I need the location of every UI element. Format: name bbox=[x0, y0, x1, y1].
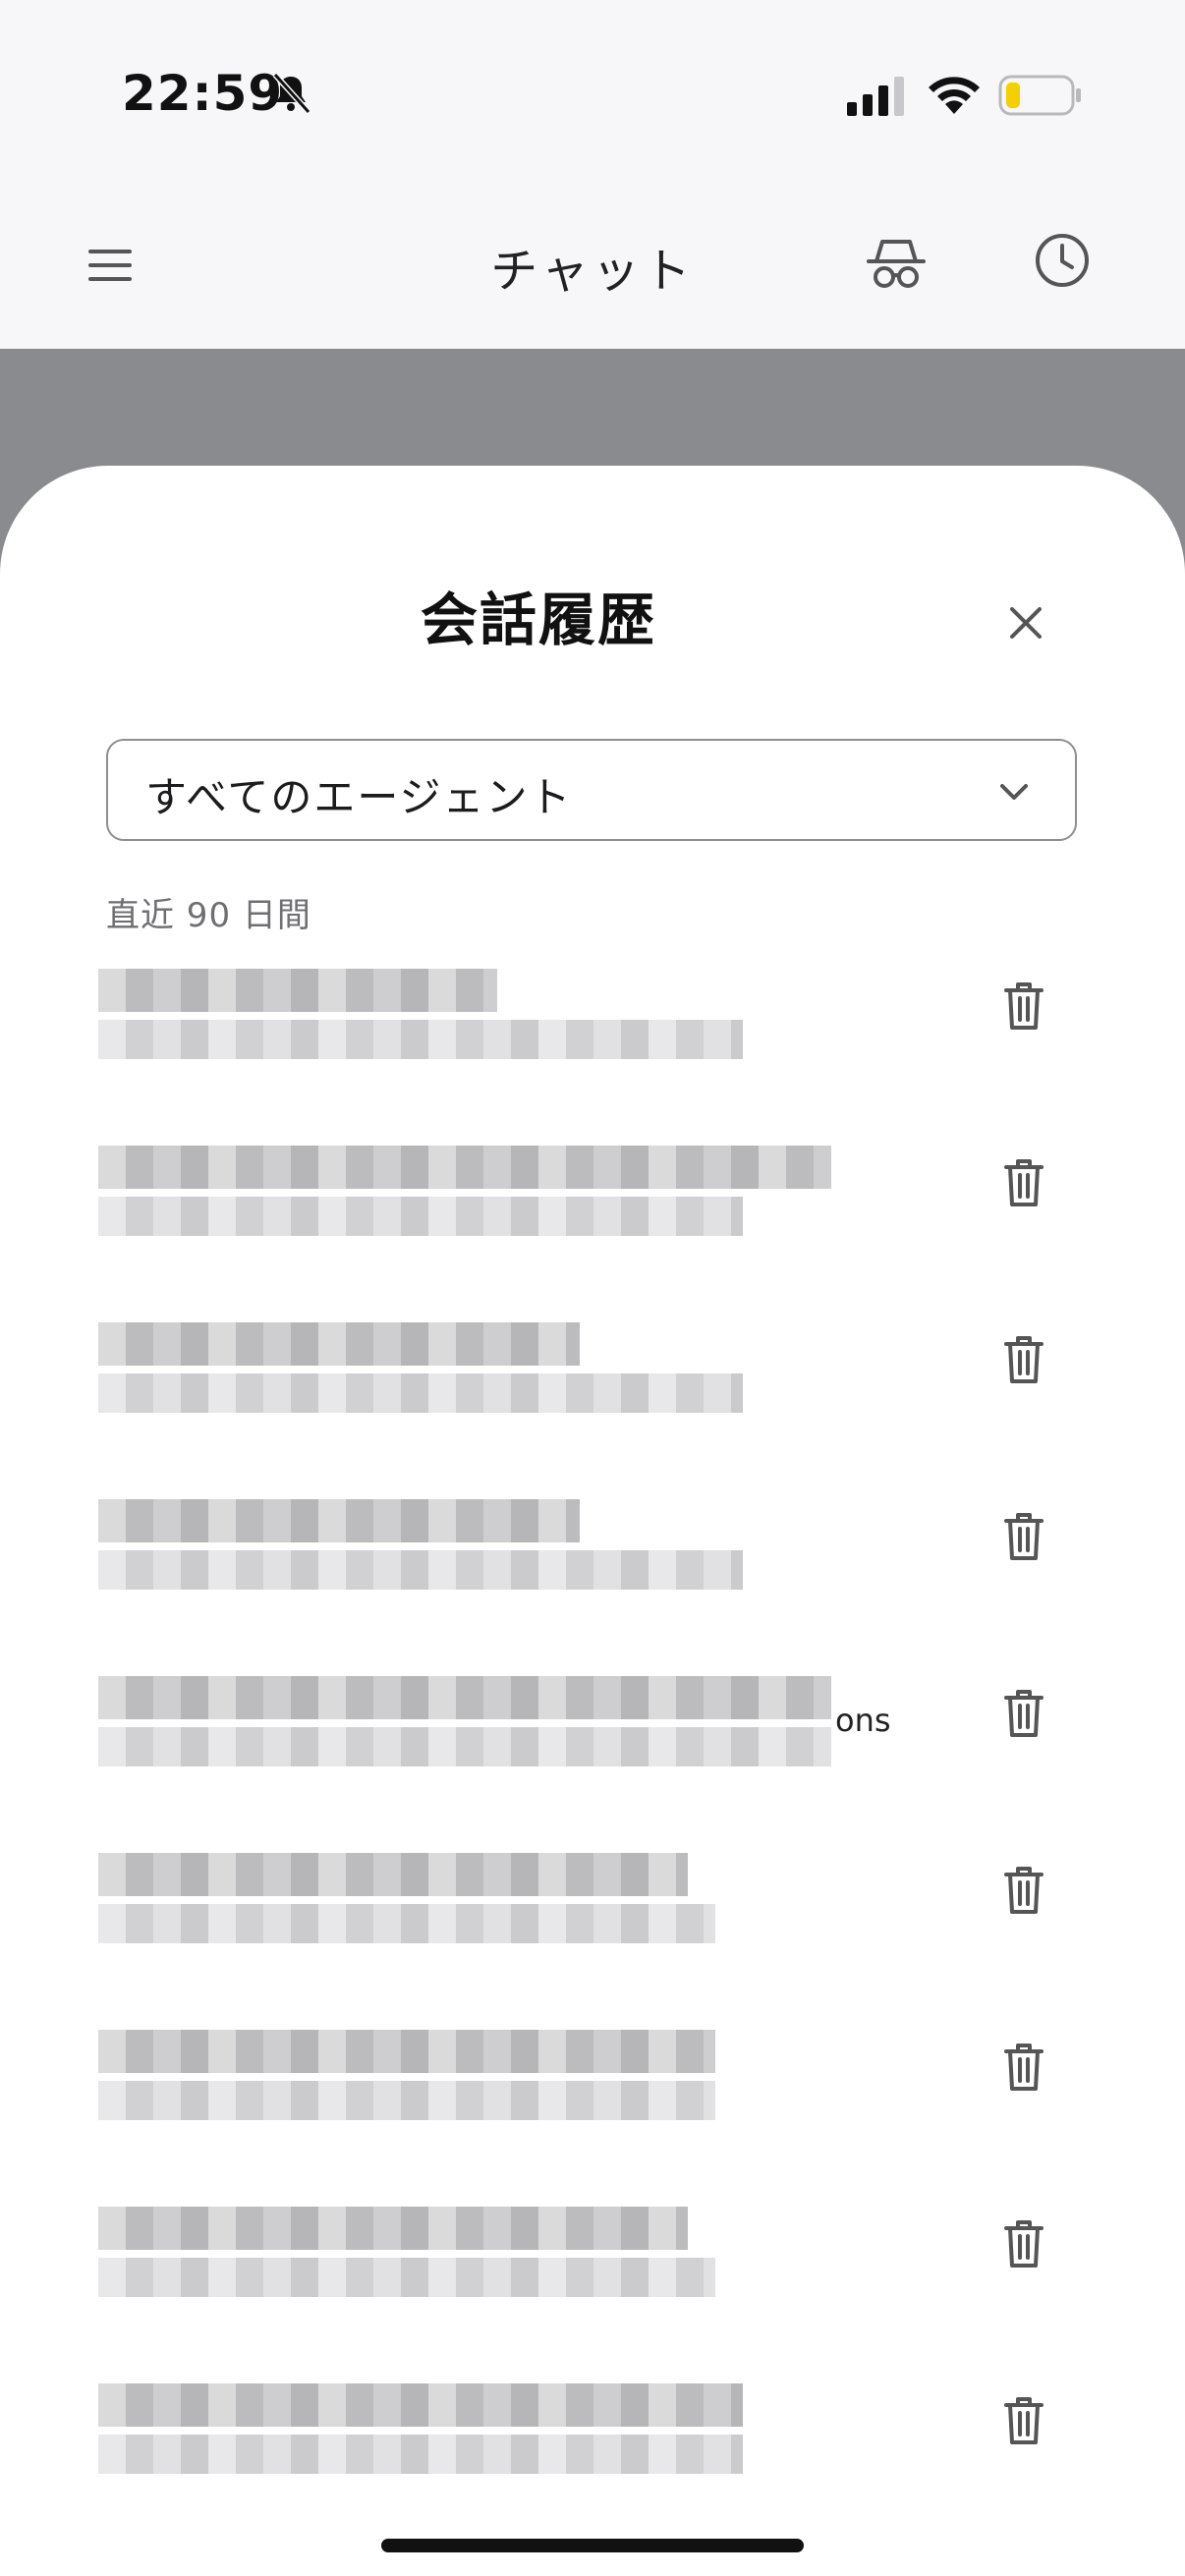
conversation-subtitle-redacted bbox=[98, 1904, 715, 1943]
battery-icon bbox=[998, 75, 1081, 116]
conversation-title-fragment: ons bbox=[835, 1702, 891, 1739]
section-label-last-90-days: 直近 90 日間 bbox=[106, 896, 311, 935]
conversation-title-redacted bbox=[98, 2383, 743, 2427]
wifi-icon bbox=[929, 77, 980, 114]
status-bar: 22:59 bbox=[0, 0, 1185, 187]
trash-icon[interactable] bbox=[1000, 2216, 1047, 2271]
conversation-subtitle-redacted bbox=[98, 2258, 715, 2297]
conversation-history-sheet: 会話履歴 すべてのエージェント 直近 90 日間 ons bbox=[0, 466, 1185, 2576]
agent-filter-value: すべてのエージェント bbox=[145, 773, 573, 821]
agent-filter-select[interactable]: すべてのエージェント bbox=[106, 739, 1077, 841]
clock-icon[interactable] bbox=[1032, 230, 1093, 291]
conversation-title-redacted bbox=[98, 969, 497, 1012]
conversation-title-redacted bbox=[98, 1853, 688, 1896]
trash-icon[interactable] bbox=[1000, 1332, 1047, 1387]
cellular-signal-icon bbox=[847, 77, 904, 116]
conversation-title-redacted bbox=[98, 2207, 688, 2250]
home-indicator[interactable] bbox=[381, 2539, 804, 2552]
conversation-subtitle-redacted bbox=[98, 1373, 743, 1413]
conversation-item[interactable] bbox=[0, 2018, 1185, 2165]
status-time: 22:59 bbox=[122, 65, 284, 122]
conversation-item[interactable]: ons bbox=[0, 1664, 1185, 1812]
trash-icon[interactable] bbox=[1000, 2393, 1047, 2448]
conversation-subtitle-redacted bbox=[98, 1727, 831, 1766]
conversation-item[interactable] bbox=[0, 1487, 1185, 1635]
conversation-subtitle-redacted bbox=[98, 1197, 743, 1236]
conversation-item[interactable] bbox=[0, 2372, 1185, 2519]
conversation-title-redacted bbox=[98, 2030, 715, 2073]
trash-icon[interactable] bbox=[1000, 1863, 1047, 1918]
trash-icon[interactable] bbox=[1000, 1686, 1047, 1741]
conversation-item[interactable] bbox=[0, 1311, 1185, 1458]
conversation-subtitle-redacted bbox=[98, 1020, 743, 1059]
conversation-title-redacted bbox=[98, 1499, 580, 1542]
trash-icon[interactable] bbox=[1000, 1155, 1047, 1210]
app-header: チャット bbox=[0, 187, 1185, 349]
chevron-down-icon bbox=[1000, 784, 1028, 800]
close-icon[interactable] bbox=[1002, 599, 1049, 646]
conversation-item[interactable] bbox=[0, 2195, 1185, 2342]
conversation-title-redacted bbox=[98, 1322, 580, 1366]
conversation-subtitle-redacted bbox=[98, 1550, 743, 1590]
incognito-icon[interactable] bbox=[861, 228, 931, 299]
bell-slash-icon bbox=[272, 72, 311, 115]
trash-icon[interactable] bbox=[1000, 1509, 1047, 1564]
conversation-item[interactable] bbox=[0, 1841, 1185, 1988]
trash-icon[interactable] bbox=[1000, 2040, 1047, 2095]
conversation-subtitle-redacted bbox=[98, 2435, 743, 2474]
sheet-title: 会話履歴 bbox=[420, 587, 656, 653]
conversation-title-redacted bbox=[98, 1676, 831, 1719]
conversation-item[interactable] bbox=[0, 957, 1185, 1104]
conversation-title-redacted bbox=[98, 1146, 831, 1189]
conversation-subtitle-redacted bbox=[98, 2081, 715, 2120]
page-title: チャット bbox=[490, 244, 695, 299]
trash-icon[interactable] bbox=[1000, 979, 1047, 1034]
conversation-item[interactable] bbox=[0, 1134, 1185, 1281]
